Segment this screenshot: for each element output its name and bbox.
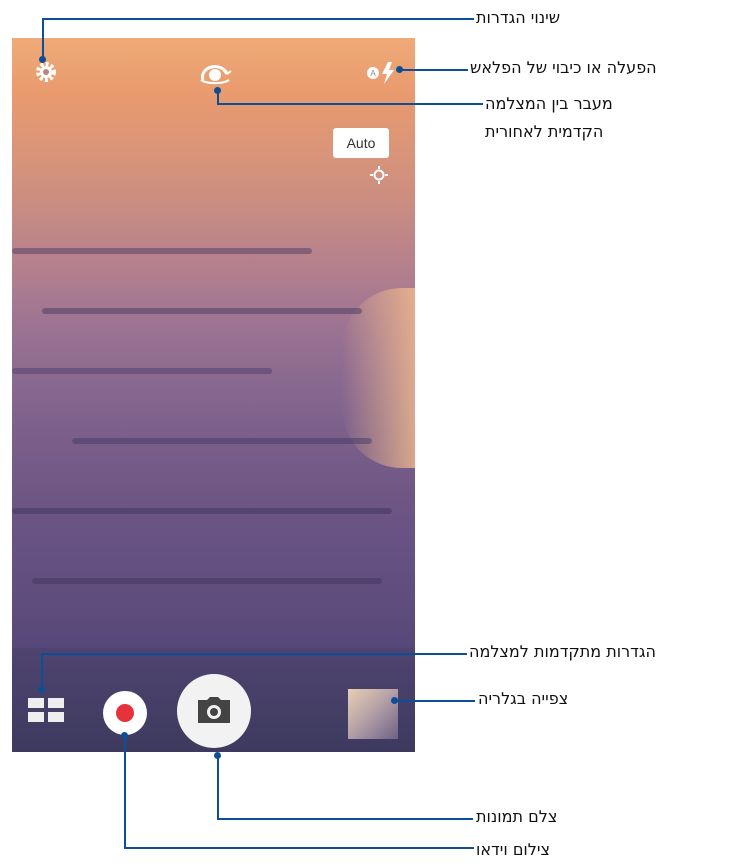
camera-viewfinder: A Auto <box>12 38 415 752</box>
callout-line-settings <box>42 18 474 20</box>
callout-line-switch <box>217 90 219 104</box>
callout-line-flash <box>400 69 468 71</box>
flash-auto-icon[interactable]: A <box>364 60 400 86</box>
label-flash: הפעלה או כיבוי של הפלאש <box>470 58 657 77</box>
callout-line-settings <box>42 19 44 59</box>
gallery-thumbnail[interactable] <box>348 689 398 739</box>
label-gallery: צפייה בגלריה <box>478 689 569 708</box>
wave-streak <box>12 368 272 374</box>
label-take-photo: צלם תמונות <box>476 807 558 826</box>
shutter-button[interactable] <box>177 674 251 748</box>
callout-line-photo <box>217 818 473 820</box>
callout-line-switch <box>217 103 483 105</box>
gear-icon[interactable] <box>34 60 58 84</box>
camera-switch-icon[interactable] <box>195 60 235 90</box>
callout-line-advanced <box>41 653 467 655</box>
grid-icon[interactable] <box>28 698 64 726</box>
callout-line-photo <box>217 755 219 819</box>
wave-streak <box>42 308 362 314</box>
callout-line-video <box>124 847 474 849</box>
callout-line-video <box>124 735 126 848</box>
wave-streak <box>12 508 392 514</box>
callout-line-gallery <box>395 700 475 702</box>
callout-line-advanced <box>41 654 43 688</box>
svg-text:A: A <box>370 69 376 78</box>
label-switch-camera-line1: מעבר בין המצלמה <box>485 94 613 113</box>
wave-streak <box>72 438 372 444</box>
wave-streak <box>32 578 382 584</box>
record-video-button[interactable] <box>103 691 147 735</box>
label-switch-camera-line2: הקדמית לאחורית <box>485 122 604 141</box>
label-advanced-settings: הגדרות מתקדמות למצלמה <box>469 642 656 661</box>
exposure-icon[interactable] <box>370 166 388 184</box>
scene-mode-button[interactable]: Auto <box>333 128 389 158</box>
camera-icon <box>198 697 230 723</box>
record-dot-icon <box>116 704 134 722</box>
label-record-video: צילום וידאו <box>476 840 550 859</box>
wave-streak <box>12 248 312 254</box>
label-settings: שינוי הגדרות <box>476 8 561 27</box>
